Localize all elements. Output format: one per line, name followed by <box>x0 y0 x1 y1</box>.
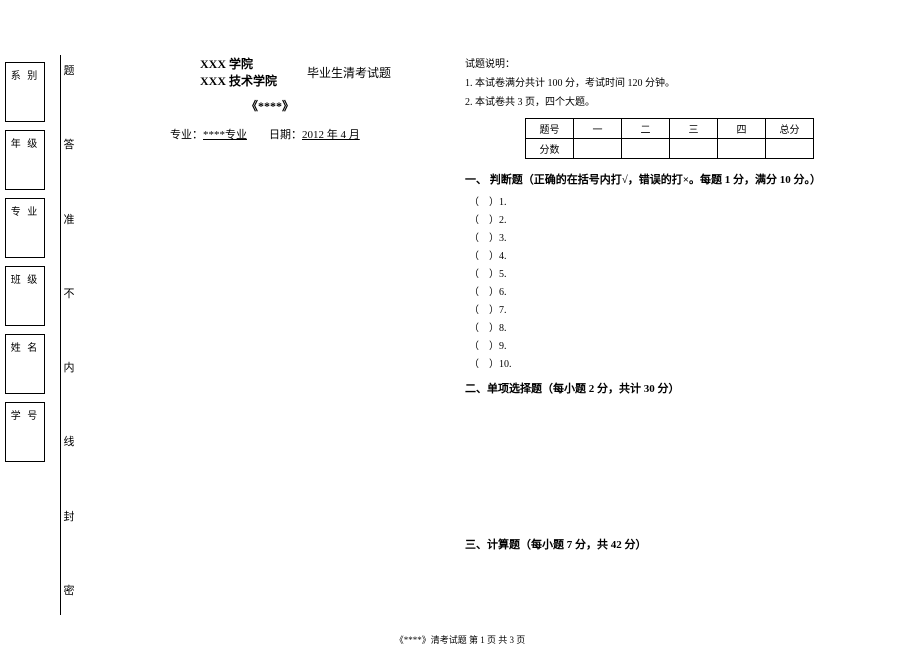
question-item: （ ）8. <box>469 319 895 334</box>
question-item: （ ）3. <box>469 229 895 244</box>
section3-title: 三、计算题（每小题 7 分，共 42 分） <box>465 536 895 552</box>
question-item: （ ）9. <box>469 337 895 352</box>
question-item: （ ）10. <box>469 355 895 370</box>
question-list: （ ）1. （ ）2. （ ）3. （ ）4. （ ）5. （ ）6. （ ）7… <box>469 193 895 370</box>
course-title: 《****》 <box>100 97 440 114</box>
seal-char: 封 <box>64 506 75 526</box>
section1-title: 一、 判断题（正确的在括号内打√，错误的打×。每题 1 分，满分 10 分。） <box>465 171 895 187</box>
question-item: （ ）4. <box>469 247 895 262</box>
score-cell <box>718 139 766 159</box>
seal-text: 题 答 准 不 内 线 封 密 <box>62 60 76 600</box>
info-class: 班 级 <box>5 266 45 326</box>
major-date-row: 专业：****专业 日期：2012 年 4 月 <box>170 126 440 142</box>
major-value: ****专业 <box>203 129 247 141</box>
college-2: XXX 技术学院 <box>200 72 277 89</box>
table-row: 分数 <box>526 139 814 159</box>
date-value: 2012 年 4 月 <box>302 129 360 141</box>
date-label: 日期： <box>269 129 302 141</box>
instructions: 试题说明： 1. 本试卷满分共计 100 分，考试时间 120 分钟。 2. 本… <box>465 55 895 108</box>
seal-char: 内 <box>64 357 75 377</box>
question-item: （ ）5. <box>469 265 895 280</box>
right-column: 试题说明： 1. 本试卷满分共计 100 分，考试时间 120 分钟。 2. 本… <box>465 55 895 558</box>
college-1: XXX 学院 <box>200 55 277 72</box>
score-cell <box>622 139 670 159</box>
student-info-boxes: 系 别 年 级 专 业 班 级 姓 名 学 号 <box>5 62 45 470</box>
th-label: 题号 <box>526 119 574 139</box>
question-item: （ ）7. <box>469 301 895 316</box>
info-major: 专 业 <box>5 198 45 258</box>
section2-title: 二、单项选择题（每小题 2 分，共计 30 分） <box>465 380 895 396</box>
seal-char: 题 <box>64 60 75 80</box>
question-item: （ ）1. <box>469 193 895 208</box>
info-id: 学 号 <box>5 402 45 462</box>
instr-1: 1. 本试卷满分共计 100 分，考试时间 120 分钟。 <box>465 74 895 89</box>
seal-char: 密 <box>64 580 75 600</box>
info-grade: 年 级 <box>5 130 45 190</box>
score-cell <box>574 139 622 159</box>
score-cell <box>670 139 718 159</box>
left-column: XXX 学院 XXX 技术学院 毕业生清考试题 《****》 专业：****专业… <box>100 55 440 142</box>
major-label: 专业： <box>170 129 203 141</box>
exam-title: 毕业生清考试题 <box>307 64 391 81</box>
seal-char: 不 <box>64 283 75 303</box>
question-item: （ ）2. <box>469 211 895 226</box>
header-row: XXX 学院 XXX 技术学院 毕业生清考试题 <box>100 55 440 89</box>
score-table: 题号 一 二 三 四 总分 分数 <box>525 118 814 159</box>
info-dept: 系 别 <box>5 62 45 122</box>
instr-title: 试题说明： <box>465 55 895 70</box>
seal-char: 线 <box>64 431 75 451</box>
score-cell <box>766 139 814 159</box>
question-item: （ ）6. <box>469 283 895 298</box>
info-name: 姓 名 <box>5 334 45 394</box>
th-c4: 四 <box>718 119 766 139</box>
table-row: 题号 一 二 三 四 总分 <box>526 119 814 139</box>
th-total: 总分 <box>766 119 814 139</box>
instr-2: 2. 本试卷共 3 页，四个大题。 <box>465 93 895 108</box>
score-label: 分数 <box>526 139 574 159</box>
th-c2: 二 <box>622 119 670 139</box>
seal-char: 答 <box>64 134 75 154</box>
seal-char: 准 <box>64 209 75 229</box>
footer: 《****》清考试题 第 1 页 共 3 页 <box>0 633 920 646</box>
th-c1: 一 <box>574 119 622 139</box>
th-c3: 三 <box>670 119 718 139</box>
college-names: XXX 学院 XXX 技术学院 <box>200 55 277 89</box>
